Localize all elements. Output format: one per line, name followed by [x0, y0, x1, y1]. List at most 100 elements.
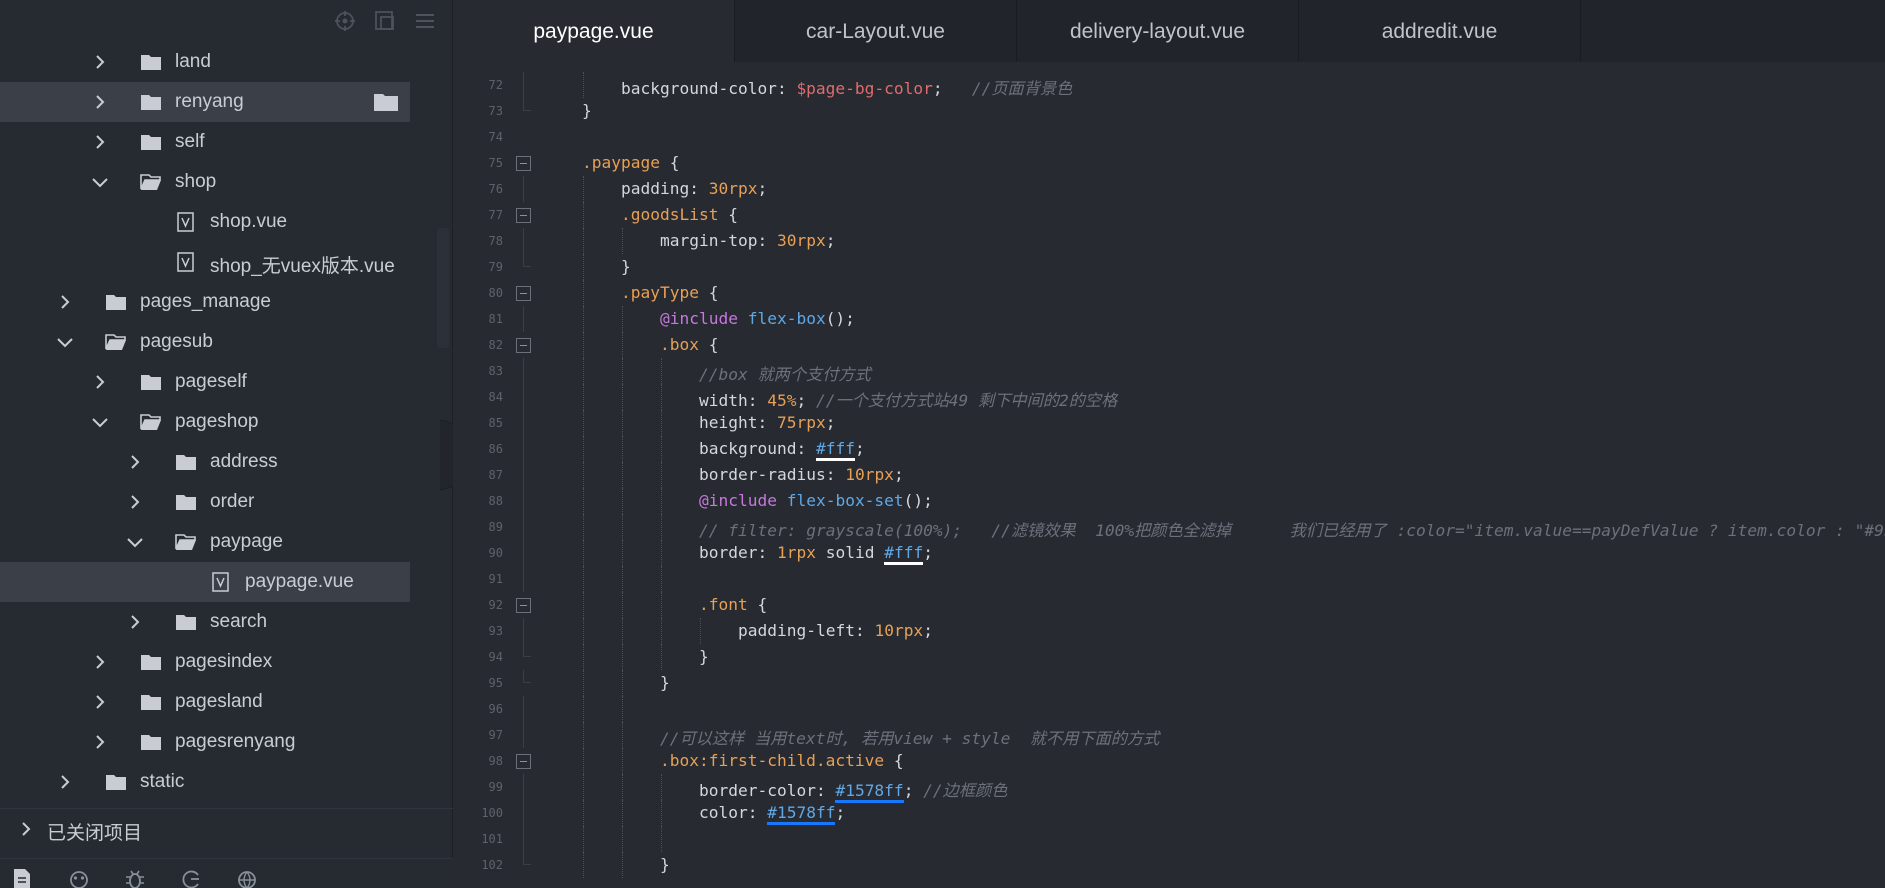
- fold-toggle-icon[interactable]: [516, 338, 531, 353]
- code-line[interactable]: 75 .paypage {: [453, 150, 1885, 176]
- chevron-right-icon[interactable]: [90, 92, 110, 112]
- folder-item[interactable]: pagesrenyang: [0, 722, 410, 762]
- code-line[interactable]: 85 height: 75rpx;: [453, 410, 1885, 436]
- git-icon[interactable]: [178, 867, 204, 888]
- chevron-right-icon[interactable]: [90, 652, 110, 672]
- chevron-right-icon[interactable]: [90, 732, 110, 752]
- code-line[interactable]: 76 padding: 30rpx;: [453, 176, 1885, 202]
- chevron-right-icon[interactable]: [125, 612, 145, 632]
- fold-toggle-icon[interactable]: [516, 286, 531, 301]
- code-line[interactable]: 90 border: 1rpx solid #fff;: [453, 540, 1885, 566]
- code-line[interactable]: 92 .font {: [453, 592, 1885, 618]
- chevron-down-icon[interactable]: [90, 172, 110, 192]
- code-line[interactable]: 93 padding-left: 10rpx;: [453, 618, 1885, 644]
- code-area[interactable]: 72 background-color: $page-bg-color; //页面…: [453, 72, 1885, 888]
- chevron-down-icon[interactable]: [55, 332, 75, 352]
- code-line[interactable]: 102}: [453, 852, 1885, 878]
- code-line[interactable]: 84 width: 45%; //一个支付方式站49 剩下中间的2的空格: [453, 384, 1885, 410]
- code-line[interactable]: 78 margin-top: 30rpx;: [453, 228, 1885, 254]
- code-line[interactable]: 94}: [453, 644, 1885, 670]
- folder-item[interactable]: pageshop: [0, 402, 410, 442]
- code-line[interactable]: 98 .box:first-child.active {: [453, 748, 1885, 774]
- folder-icon: [140, 652, 162, 672]
- file-item[interactable]: paypage.vue: [0, 562, 410, 602]
- folder-item[interactable]: address: [0, 442, 410, 482]
- chevron-right-icon[interactable]: [90, 52, 110, 72]
- folder-item[interactable]: pageself: [0, 362, 410, 402]
- folder-icon: [175, 612, 197, 632]
- sidebar-scrollbar[interactable]: [437, 228, 449, 348]
- indent-guide: [622, 566, 623, 592]
- folder-item[interactable]: pagesindex: [0, 642, 410, 682]
- copy-window-icon[interactable]: [373, 9, 397, 33]
- folder-item[interactable]: renyang: [0, 82, 410, 122]
- closed-projects-item[interactable]: 已关闭项目: [0, 808, 453, 848]
- code-line[interactable]: 99 border-color: #1578ff; //边框颜色: [453, 774, 1885, 803]
- chevron-right-icon[interactable]: [125, 452, 145, 472]
- code-line[interactable]: 91: [453, 566, 1885, 592]
- editor-tab[interactable]: delivery-layout.vue: [1017, 0, 1299, 62]
- debug-bug-icon[interactable]: [122, 867, 148, 888]
- editor-tab[interactable]: addredit.vue: [1299, 0, 1581, 62]
- folder-item[interactable]: shop: [0, 162, 410, 202]
- fold-toggle-icon[interactable]: [516, 208, 531, 223]
- chevron-right-icon[interactable]: [55, 292, 75, 312]
- editor-tab[interactable]: car-Layout.vue: [735, 0, 1017, 62]
- code-line[interactable]: 101: [453, 826, 1885, 852]
- code-line[interactable]: 74: [453, 124, 1885, 150]
- code-line[interactable]: 82 .box {: [453, 332, 1885, 358]
- code-line[interactable]: 81 @include flex-box();: [453, 306, 1885, 332]
- folder-item[interactable]: order: [0, 482, 410, 522]
- menu-icon[interactable]: [413, 9, 437, 33]
- code-line[interactable]: 80 .payType {: [453, 280, 1885, 306]
- code-line[interactable]: 96: [453, 696, 1885, 722]
- file-item[interactable]: shop_无vuex版本.vue: [0, 242, 410, 282]
- folder-item[interactable]: paypage: [0, 522, 410, 562]
- chevron-right-icon[interactable]: [90, 132, 110, 152]
- folder-item[interactable]: static: [0, 762, 410, 802]
- code-line[interactable]: 83 //box 就两个支付方式: [453, 358, 1885, 384]
- code-line[interactable]: 97 //可以这样 当用text时, 若用view + style 就不用下面的方…: [453, 722, 1885, 748]
- fold-toggle-icon[interactable]: [516, 156, 531, 171]
- chevron-down-icon[interactable]: [125, 532, 145, 552]
- code-line[interactable]: 88 @include flex-box-set();: [453, 488, 1885, 514]
- code-line[interactable]: 89 // filter: grayscale(100%); //滤镜效果 100…: [453, 514, 1885, 540]
- crosshair-icon[interactable]: [333, 9, 357, 33]
- chevron-right-icon[interactable]: [90, 372, 110, 392]
- editor-tab[interactable]: paypage.vue: [453, 0, 735, 62]
- file-item[interactable]: shop.vue: [0, 202, 410, 242]
- code-line[interactable]: 72 background-color: $page-bg-color; //页面…: [453, 72, 1885, 98]
- code-line[interactable]: 100 color: #1578ff;: [453, 800, 1885, 826]
- chevron-down-icon[interactable]: [90, 412, 110, 432]
- chevron-right-icon[interactable]: [55, 772, 75, 792]
- extensions-icon[interactable]: [66, 867, 92, 888]
- folder-item[interactable]: land: [0, 42, 410, 82]
- indent-guide: [622, 436, 623, 462]
- browser-globe-icon[interactable]: [234, 867, 260, 888]
- chevron-right-icon[interactable]: [125, 492, 145, 512]
- code-line[interactable]: 86 background: #fff;: [453, 436, 1885, 462]
- files-icon[interactable]: [9, 867, 35, 888]
- fold-toggle-icon[interactable]: [516, 598, 531, 613]
- indent-guide: [583, 540, 584, 566]
- folder-item[interactable]: self: [0, 122, 410, 162]
- code-line[interactable]: 79}: [453, 254, 1885, 280]
- code-line[interactable]: 87 border-radius: 10rpx;: [453, 462, 1885, 488]
- folder-item[interactable]: search: [0, 602, 410, 642]
- code-line[interactable]: 73}: [453, 98, 1885, 124]
- punctuation: ();: [825, 309, 855, 328]
- chevron-right-icon[interactable]: [90, 692, 110, 712]
- fold-toggle-icon[interactable]: [516, 754, 531, 769]
- fold-gutter-line: [523, 72, 524, 98]
- tree-item-label: land: [175, 51, 211, 72]
- vue-file-icon: [175, 212, 197, 232]
- scss-variable: $page-bg-color: [796, 79, 933, 98]
- folder-item[interactable]: pagesub: [0, 322, 410, 362]
- line-number: 88: [488, 494, 503, 508]
- open-folder-icon[interactable]: [373, 91, 399, 113]
- code-line[interactable]: 77 .goodsList {: [453, 202, 1885, 228]
- css-selector: .payType: [621, 283, 699, 302]
- folder-item[interactable]: pagesland: [0, 682, 410, 722]
- code-line[interactable]: 95}: [453, 670, 1885, 696]
- folder-item[interactable]: pages_manage: [0, 282, 410, 322]
